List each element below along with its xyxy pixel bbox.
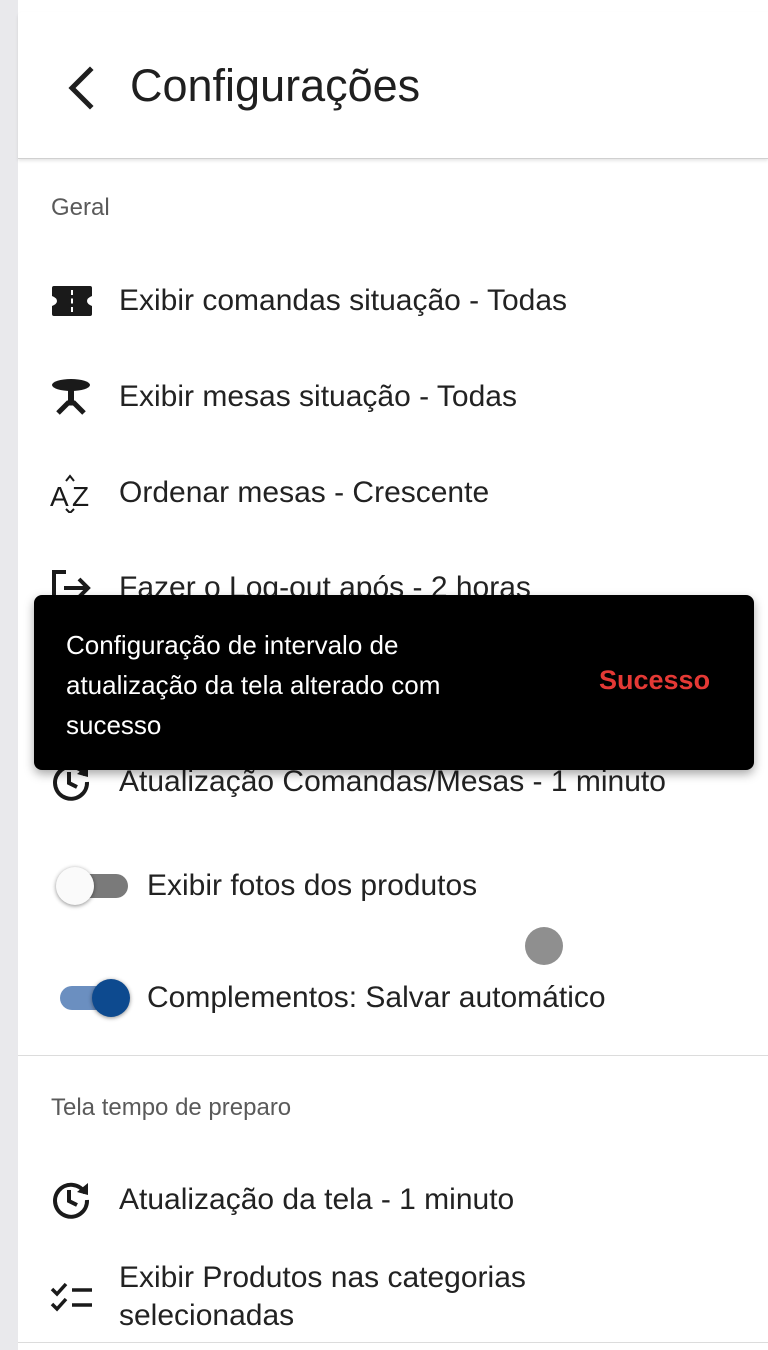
svg-text:A: A	[50, 481, 69, 512]
touch-indicator	[525, 927, 563, 965]
ticket-icon	[50, 278, 96, 324]
snackbar: Configuração de intervalo de atualização…	[34, 595, 754, 770]
setting-exibir-produtos-categorias[interactable]: Exibir Produtos nas categorias seleciona…	[50, 1252, 750, 1342]
setting-complementos: Complementos: Salvar automático	[56, 968, 736, 1028]
back-button[interactable]	[62, 64, 102, 112]
section-divider	[18, 1055, 768, 1056]
refresh-clock-icon	[50, 1177, 96, 1223]
svg-text:Z: Z	[72, 481, 89, 512]
toggle-thumb	[92, 979, 130, 1017]
setting-mesas-situacao[interactable]: Exibir mesas situação - Todas	[50, 369, 750, 425]
setting-ordenar-mesas[interactable]: A Z Ordenar mesas - Crescente	[50, 465, 750, 521]
snackbar-action-button[interactable]: Sucesso	[599, 665, 710, 696]
snackbar-message: Configuração de intervalo de atualização…	[66, 630, 441, 740]
setting-atualizacao-tela[interactable]: Atualização da tela - 1 minuto	[50, 1172, 750, 1228]
chevron-left-icon	[68, 66, 94, 110]
setting-label: Exibir Produtos nas categorias seleciona…	[119, 1261, 526, 1332]
complementos-toggle[interactable]	[56, 978, 130, 1018]
toggle-label: Exibir fotos dos produtos	[147, 869, 478, 902]
toggle-thumb	[56, 867, 94, 905]
setting-label: Exibir mesas situação - Todas	[119, 380, 517, 413]
toggle-label: Complementos: Salvar automático	[147, 981, 606, 1014]
page-title: Configurações	[130, 60, 421, 111]
setting-comandas-situacao[interactable]: Exibir comandas situação - Todas	[50, 273, 750, 329]
section-title-prep: Tela tempo de preparo	[51, 1094, 292, 1121]
setting-exibir-fotos: Exibir fotos dos produtos	[56, 856, 736, 916]
setting-label: Exibir comandas situação - Todas	[119, 284, 568, 317]
setting-label: Atualização da tela - 1 minuto	[119, 1183, 515, 1216]
section-divider	[18, 1342, 768, 1343]
exibir-fotos-toggle[interactable]	[56, 866, 130, 906]
sort-alpha-icon: A Z	[50, 470, 96, 516]
checklist-icon	[50, 1274, 96, 1320]
section-title-general: Geral	[51, 194, 110, 221]
table-icon	[50, 374, 96, 420]
app-header: Configurações	[18, 12, 768, 159]
setting-label: Ordenar mesas - Crescente	[119, 476, 490, 509]
